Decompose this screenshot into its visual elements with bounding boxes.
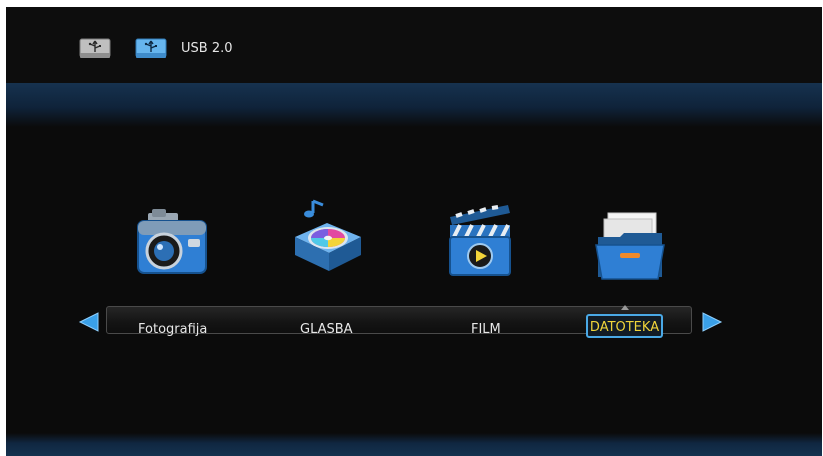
- menu-item-fotografija[interactable]: Fotografija: [138, 319, 207, 341]
- footer-band: [6, 433, 822, 456]
- arrow-right-icon[interactable]: [699, 312, 723, 332]
- usb-drive-1-icon[interactable]: [79, 37, 111, 61]
- media-player-screen: USB 2.0 Fotografija GLASBA FILM DATOTEKA: [6, 7, 822, 456]
- menu-item-glasba[interactable]: GLASBA: [300, 319, 353, 341]
- clapperboard-icon[interactable]: [442, 199, 518, 277]
- menu-item-film[interactable]: FILM: [471, 319, 501, 341]
- top-bar: USB 2.0: [6, 7, 822, 83]
- arrow-left-icon[interactable]: [78, 312, 102, 332]
- file-folder-icon[interactable]: [592, 207, 668, 285]
- header-band: [6, 83, 822, 127]
- usb-version-label: USB 2.0: [181, 41, 233, 56]
- usb-drive-2-icon[interactable]: [135, 37, 167, 61]
- selection-caret-icon: [621, 305, 629, 310]
- menu-item-datoteka[interactable]: DATOTEKA: [586, 314, 663, 338]
- camera-icon[interactable]: [134, 205, 210, 283]
- music-player-icon[interactable]: [289, 197, 365, 275]
